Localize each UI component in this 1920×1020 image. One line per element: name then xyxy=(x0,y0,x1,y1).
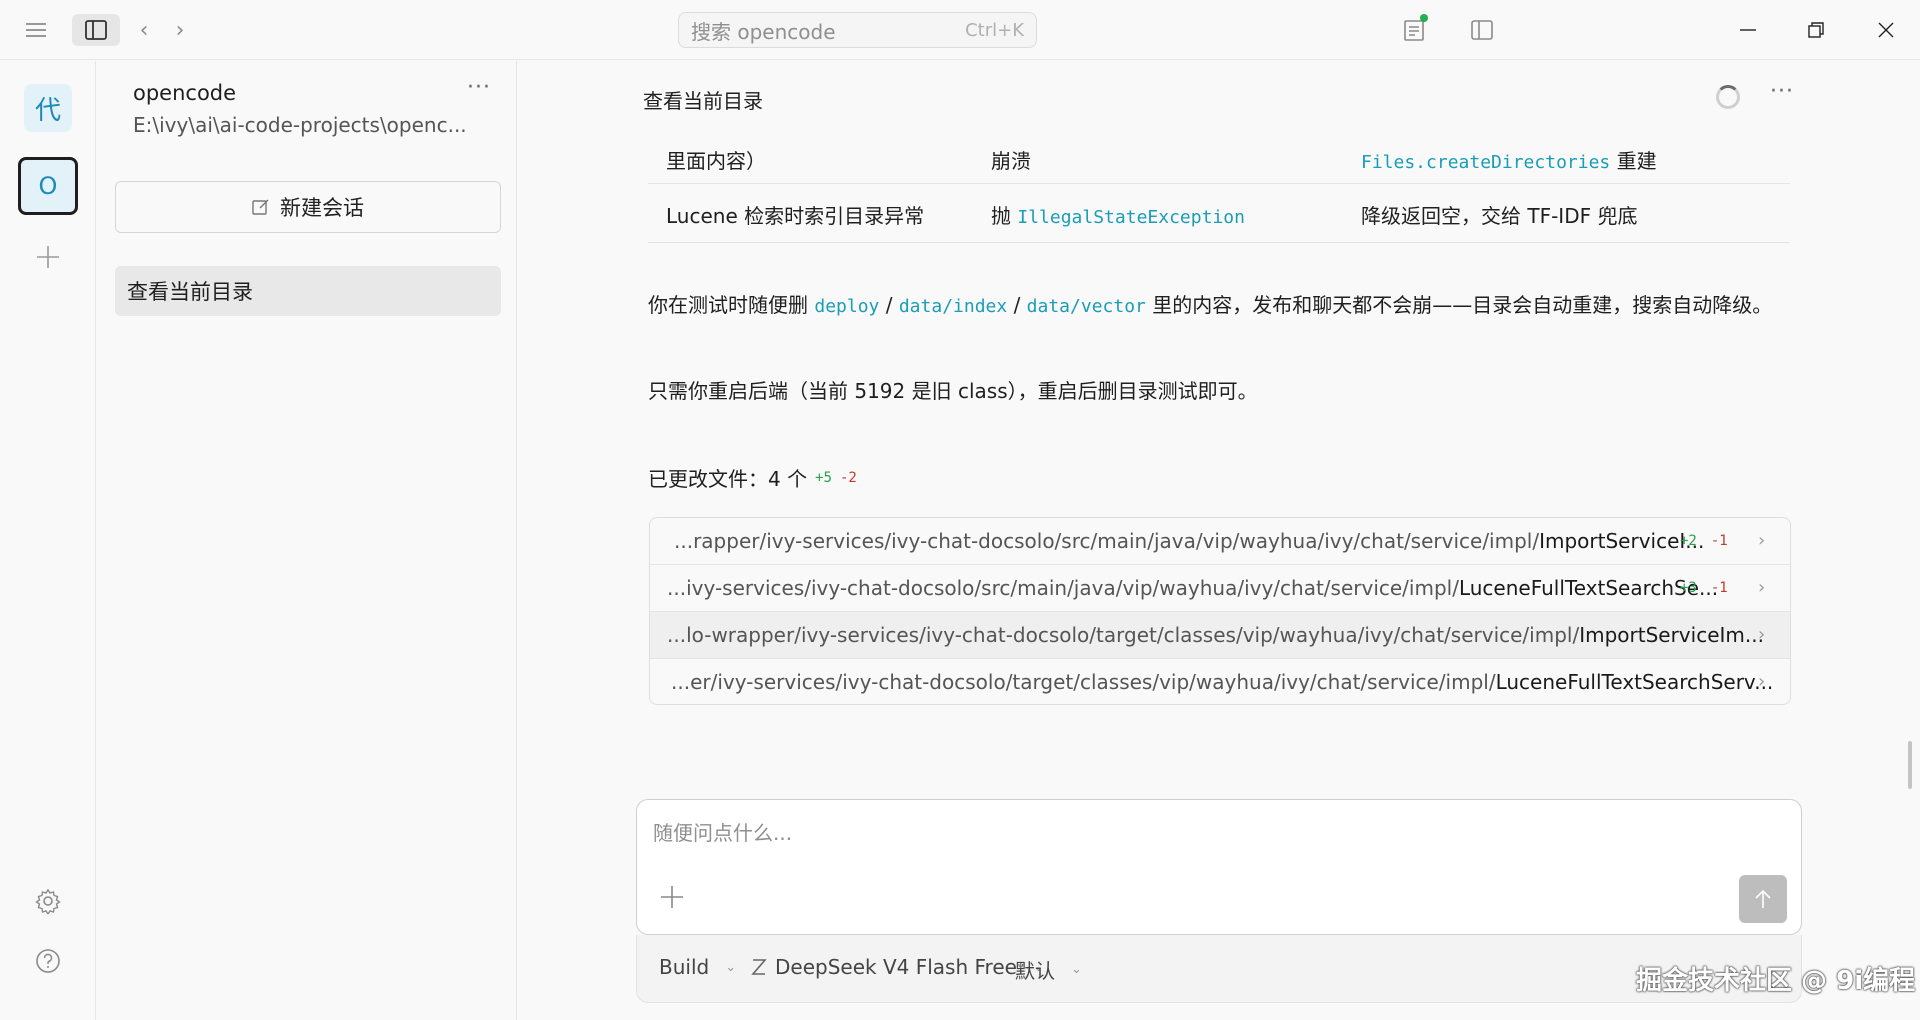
file-path: ...er/ivy-services/ivy-chat-docsolo/targ… xyxy=(671,670,1773,694)
file-path: ...ivy-services/ivy-chat-docsolo/src/mai… xyxy=(667,576,1718,600)
lines-added: +5 xyxy=(815,469,832,486)
arrow-up-icon xyxy=(1755,889,1771,908)
toggle-panel-icon[interactable] xyxy=(1466,14,1498,46)
text-run: / xyxy=(1007,293,1027,317)
variant-label: 默认 xyxy=(1015,959,1055,983)
session-item[interactable]: 查看当前目录 xyxy=(115,266,501,316)
file-dir: ...er/ivy-services/ivy-chat-docsolo/targ… xyxy=(671,670,1496,694)
lines-removed: -1 xyxy=(1710,533,1728,549)
search-shortcut: Ctrl+K xyxy=(965,19,1024,41)
project-avatar[interactable]: 代 xyxy=(24,84,72,132)
prompt-input[interactable] xyxy=(653,818,1753,848)
project-name: opencode xyxy=(133,81,237,105)
table-cell: 崩溃 xyxy=(991,149,1031,173)
file-stats: +2 -1 xyxy=(1680,533,1728,549)
lines-removed: -2 xyxy=(839,469,857,486)
session-avatar[interactable]: O xyxy=(18,157,78,215)
text-run: 你在测试时随便删 xyxy=(648,293,815,317)
session-sidebar: opencode E:\ivy\ai\ai-code-projects\open… xyxy=(97,61,517,1020)
loading-spinner-icon xyxy=(1716,85,1740,109)
project-more-icon[interactable]: ··· xyxy=(467,75,491,100)
table-cell: 降级返回空，交给 TF-IDF 兜底 xyxy=(1361,204,1638,228)
changed-files-summary: 已更改文件：4 个 +5 -2 xyxy=(648,463,857,492)
table-cell-text: 抛 xyxy=(991,204,1018,228)
edit-icon xyxy=(252,198,270,216)
project-rail: 代 O xyxy=(0,61,96,1020)
changed-files-label: 已更改文件：4 个 xyxy=(648,467,808,491)
file-path: ...rapper/ivy-services/ivy-chat-docsolo/… xyxy=(674,529,1704,553)
file-name: LuceneFullTextSearchServ... xyxy=(1495,670,1774,694)
chevron-right-icon: › xyxy=(1758,530,1766,551)
chevron-right-icon: › xyxy=(1758,577,1766,598)
table-row: 里面内容） 崩溃 Files.createDirectories 重建 xyxy=(648,131,1790,184)
message-paragraph: 你在测试时随便删 deploy / data/index / data/vect… xyxy=(648,288,1798,324)
add-project-icon[interactable] xyxy=(24,233,72,281)
back-icon[interactable]: ‹ xyxy=(130,14,158,46)
file-row[interactable]: ...lo-wrapper/ivy-services/ivy-chat-docs… xyxy=(650,612,1790,659)
composer xyxy=(636,799,1802,935)
chat-panel: 查看当前目录 ··· 里面内容） 崩溃 Files.createDirector… xyxy=(518,61,1920,1020)
agent-select[interactable]: Build ⌄ xyxy=(659,955,736,979)
table-row: Lucene 检索时索引目录异常 抛 IllegalStateException… xyxy=(648,184,1790,243)
inline-code: IllegalStateException xyxy=(1017,207,1245,228)
chat-more-icon[interactable]: ··· xyxy=(1770,79,1794,104)
new-session-button[interactable]: 新建会话 xyxy=(115,181,501,233)
text-run: / xyxy=(879,293,899,317)
chevron-right-icon: › xyxy=(1758,624,1766,645)
chevron-down-icon: ⌄ xyxy=(725,959,737,975)
inline-code: deploy xyxy=(814,296,880,317)
text-run: 里的内容，发布和聊天都不会崩——目录会自动重建，搜索自动降级。 xyxy=(1145,293,1773,317)
search-box[interactable]: 搜索 opencode Ctrl+K xyxy=(678,12,1037,48)
status-dot xyxy=(1420,14,1428,22)
inline-code: Files.createDirectories xyxy=(1361,152,1611,173)
settings-icon[interactable] xyxy=(24,877,72,925)
attach-icon[interactable] xyxy=(659,884,685,910)
chevron-right-icon: › xyxy=(1758,671,1766,692)
model-label: DeepSeek V4 Flash Free xyxy=(775,955,1017,979)
table-cell: 抛 IllegalStateException xyxy=(991,200,1245,229)
help-icon[interactable] xyxy=(24,937,72,985)
variant-select[interactable]: 默认 ⌄ xyxy=(1015,955,1082,984)
table-cell-text: 重建 xyxy=(1610,149,1657,173)
composer-toolbar: Build ⌄ DeepSeek V4 Flash Free ⌄ 默认 ⌄ xyxy=(636,935,1802,1003)
forward-icon[interactable]: › xyxy=(166,14,194,46)
file-name: ImportServiceIm... xyxy=(1579,623,1764,647)
inline-code: data/vector xyxy=(1026,296,1146,317)
lines-removed: -1 xyxy=(1710,580,1728,596)
file-row[interactable]: ...rapper/ivy-services/ivy-chat-docsolo/… xyxy=(650,518,1790,565)
close-button[interactable] xyxy=(1866,14,1906,46)
toggle-sidebar-icon[interactable] xyxy=(72,14,120,46)
chevron-down-icon: ⌄ xyxy=(1071,962,1082,977)
project-path: E:\ivy\ai\ai-code-projects\openc... xyxy=(133,113,467,137)
review-icon[interactable] xyxy=(1398,14,1430,46)
model-select[interactable]: DeepSeek V4 Flash Free ⌄ xyxy=(751,955,1044,979)
message-paragraph: 只需你重启后端（当前 5192 是旧 class），重启后删目录测试即可。 xyxy=(648,379,1258,403)
scrollbar[interactable] xyxy=(1908,741,1912,789)
menu-icon[interactable] xyxy=(20,14,52,46)
changed-files-list: ...rapper/ivy-services/ivy-chat-docsolo/… xyxy=(649,517,1791,705)
model-icon xyxy=(751,958,767,976)
table-cell: Lucene 检索时索引目录异常 xyxy=(666,204,925,228)
file-dir: ...lo-wrapper/ivy-services/ivy-chat-docs… xyxy=(667,623,1580,647)
search-placeholder: 搜索 opencode xyxy=(691,19,836,44)
title-bar: ‹ › 搜索 opencode Ctrl+K xyxy=(0,0,1920,60)
file-dir: ...rapper/ivy-services/ivy-chat-docsolo/… xyxy=(674,529,1540,553)
restore-button[interactable] xyxy=(1796,14,1836,46)
send-button[interactable] xyxy=(1739,875,1787,923)
file-path: ...lo-wrapper/ivy-services/ivy-chat-docs… xyxy=(667,623,1764,647)
file-row[interactable]: ...er/ivy-services/ivy-chat-docsolo/targ… xyxy=(650,659,1790,704)
agent-label: Build xyxy=(659,955,710,979)
lines-added: +3 xyxy=(1680,580,1697,596)
lines-added: +2 xyxy=(1680,533,1697,549)
file-dir: ...ivy-services/ivy-chat-docsolo/src/mai… xyxy=(667,576,1459,600)
minimize-button[interactable] xyxy=(1728,14,1768,46)
chat-title: 查看当前目录 xyxy=(643,89,763,113)
file-row[interactable]: ...ivy-services/ivy-chat-docsolo/src/mai… xyxy=(650,565,1790,612)
new-session-label: 新建会话 xyxy=(280,196,364,220)
table-cell: 里面内容） xyxy=(666,149,766,173)
table-cell: Files.createDirectories 重建 xyxy=(1361,145,1657,174)
file-stats: +3 -1 xyxy=(1680,580,1728,596)
inline-code: data/index xyxy=(898,296,1008,317)
watermark: 掘金技术社区 @ 9i编程 xyxy=(1636,966,1916,996)
